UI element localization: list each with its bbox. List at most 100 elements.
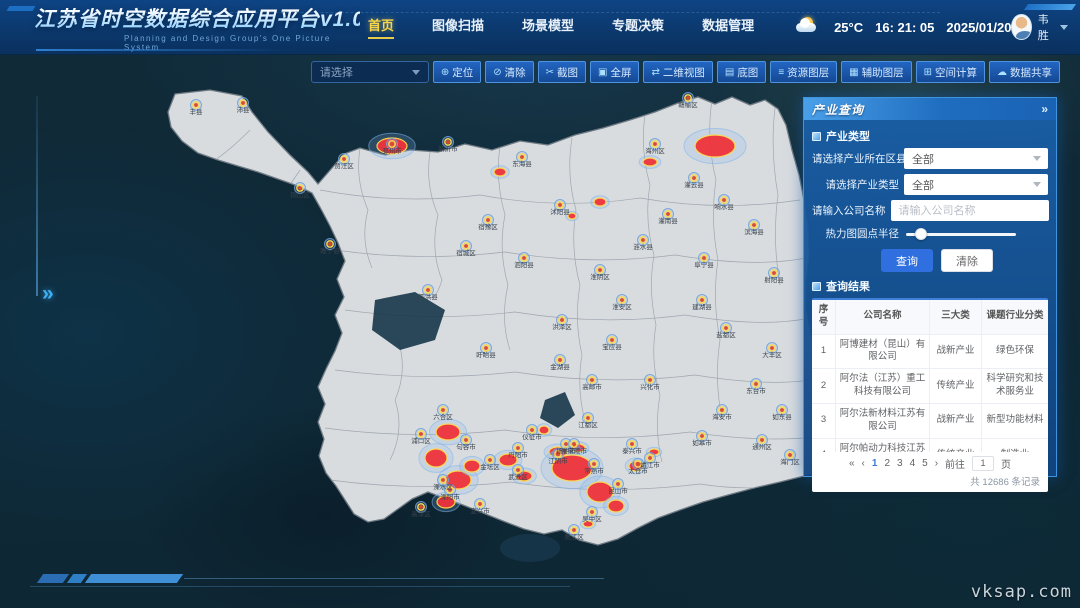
page-suffix: 页 [1001, 456, 1011, 471]
date: 2025/01/20 [946, 20, 1011, 35]
county-label: 建湖县 [692, 302, 712, 311]
button-label: 空间计算 [935, 65, 977, 80]
app-stage: 丰县沛县贾汪区铜山区睢宁县邳州市新沂市东海县赣榆区海州区灌云县灌南县响水县滨海县… [0, 0, 1080, 608]
table-cell: 3 [812, 404, 836, 438]
resource-layers-button[interactable]: ≡资源图层 [770, 61, 837, 83]
nav-item-场景模型[interactable]: 场景模型 [522, 15, 574, 39]
query-button[interactable]: 查询 [881, 249, 933, 272]
panel-expand-toggle[interactable]: » [42, 282, 51, 306]
table-row[interactable]: 1阿博建材（昆山）有限公司战新产业绿色环保 [812, 335, 1048, 370]
county-label: 浦口区 [411, 436, 431, 445]
county-label: 高邮市 [582, 382, 602, 391]
auxiliary-layers-button[interactable]: ▦辅助图层 [841, 61, 911, 83]
county-label: 海州区 [645, 146, 665, 155]
county-label: 睢宁县 [320, 246, 340, 255]
heat-blob[interactable] [684, 128, 746, 163]
user-menu[interactable]: 韦胜 [1011, 11, 1068, 43]
temperature: 25°C [834, 20, 863, 35]
county-label: 丹阳市 [508, 450, 528, 459]
county-label: 铜山区 [290, 190, 310, 199]
industry-query-panel: 产业查询 » 产业类型 请选择产业所在区县 全部 请选择产业类型 全部 请输入公… [803, 97, 1057, 477]
county-label: 六合区 [433, 412, 453, 421]
page-number-1[interactable]: 1 [872, 458, 878, 469]
section-icon [812, 282, 821, 291]
bottom-left-decoration [40, 574, 604, 583]
column-header: 序号 [812, 300, 836, 334]
locate-button[interactable]: ⊕定位 [433, 61, 481, 83]
heat-blob[interactable] [591, 196, 610, 209]
county-label: 盱眙县 [476, 350, 496, 359]
county-label: 江阴市 [548, 456, 568, 465]
layer-select[interactable]: 请选择 [311, 61, 429, 83]
button-label: 二维视图 [663, 65, 705, 80]
fullscreen-button[interactable]: ▣全屏 [590, 61, 639, 83]
table-row[interactable]: 3阿尔法新材料江苏有限公司战新产业新型功能材料 [812, 404, 1048, 439]
button-label: 截图 [557, 65, 578, 80]
spatial-compute-icon: ⊞ [924, 67, 932, 78]
heat-blob[interactable] [491, 166, 510, 179]
data-share-icon: ☁ [997, 67, 1007, 78]
clear-button[interactable]: ⊘清除 [485, 61, 533, 83]
nav-item-专题决策[interactable]: 专题决策 [612, 15, 664, 39]
table-cell: 传统产业 [930, 369, 982, 403]
main-nav: 首页 图像扫描 场景模型 专题决策 数据管理 [368, 15, 754, 39]
table-cell: 绿色环保 [982, 335, 1048, 369]
page-number-5[interactable]: 5 [922, 458, 928, 469]
radius-slider[interactable] [906, 227, 1016, 241]
basemap-button[interactable]: ▤底图 [717, 61, 766, 83]
county-label: 吴中区 [582, 514, 602, 523]
panel-title: 产业查询 [812, 101, 864, 118]
page-first-button[interactable]: « [849, 458, 855, 469]
county-label: 盐都区 [716, 330, 736, 339]
district-label: 请选择产业所在区县 [812, 151, 904, 166]
district-select[interactable]: 全部 [904, 148, 1048, 169]
section-label: 查询结果 [826, 278, 870, 294]
county-label: 泗阳县 [514, 260, 534, 269]
page-number-3[interactable]: 3 [897, 458, 903, 469]
2d-view-icon: ⇄ [651, 67, 659, 78]
table-cell: 战新产业 [930, 404, 982, 438]
county-label: 泰兴市 [622, 446, 642, 455]
slider-thumb[interactable] [915, 228, 927, 240]
table-cell: 阿尔法新材料江苏有限公司 [836, 404, 930, 438]
heat-blob[interactable] [639, 156, 661, 169]
page-next-button[interactable]: › [935, 458, 938, 469]
county-label: 宿豫区 [478, 222, 498, 231]
screenshot-button[interactable]: ✂截图 [538, 61, 586, 83]
data-share-button[interactable]: ☁数据共享 [989, 61, 1060, 83]
clock: 16: 21: 05 [875, 20, 934, 35]
industry-type-label: 请选择产业类型 [812, 177, 904, 192]
page-number-2[interactable]: 2 [884, 458, 890, 469]
table-cell: 阿尔法（江苏）重工科技有限公司 [836, 369, 930, 403]
button-label: 清除 [505, 65, 526, 80]
industry-type-select[interactable]: 全部 [904, 174, 1048, 195]
map-toolbar: 请选择 ⊕定位⊘清除✂截图▣全屏⇄二维视图▤底图≡资源图层▦辅助图层⊞空间计算☁… [311, 61, 1060, 83]
county-label: 洪泽区 [552, 322, 572, 331]
goto-page-input[interactable] [972, 456, 994, 471]
chevron-down-icon [1060, 25, 1068, 30]
panel-collapse-icon[interactable]: » [1041, 102, 1048, 116]
table-row[interactable]: 4阿尔帕动力科技江苏有限公司传统产业制造业 [812, 439, 1048, 453]
county-label: 赣榆区 [678, 100, 698, 109]
heat-blob[interactable] [604, 496, 629, 515]
county-label: 常熟市 [584, 466, 604, 475]
county-label: 淮阴区 [590, 272, 610, 281]
watermark: vksap.com [971, 582, 1072, 602]
table-row[interactable]: 2阿尔法（江苏）重工科技有限公司传统产业科学研究和技术服务业 [812, 369, 1048, 404]
county-label: 阜宁县 [694, 260, 714, 269]
county-label: 滨海县 [744, 227, 764, 236]
nav-item-数据管理[interactable]: 数据管理 [702, 15, 754, 39]
page-number-4[interactable]: 4 [910, 458, 916, 469]
nav-item-首页[interactable]: 首页 [368, 15, 394, 39]
2d-view-button[interactable]: ⇄ 二维视图 [643, 61, 712, 83]
results-table: 序号公司名称三大类课题行业分类1阿博建材（昆山）有限公司战新产业绿色环保2阿尔法… [812, 300, 1048, 452]
page-prev-button[interactable]: ‹ [862, 458, 865, 469]
spatial-compute-button[interactable]: ⊞空间计算 [916, 61, 985, 83]
nav-item-图像扫描[interactable]: 图像扫描 [432, 15, 484, 39]
clear-button[interactable]: 清除 [941, 249, 993, 272]
brand-underline [36, 49, 286, 51]
records-total: 共 12686 条记录 [812, 474, 1048, 492]
avatar [1011, 14, 1031, 40]
button-label: 数据共享 [1010, 65, 1052, 80]
company-name-input[interactable] [891, 200, 1049, 221]
